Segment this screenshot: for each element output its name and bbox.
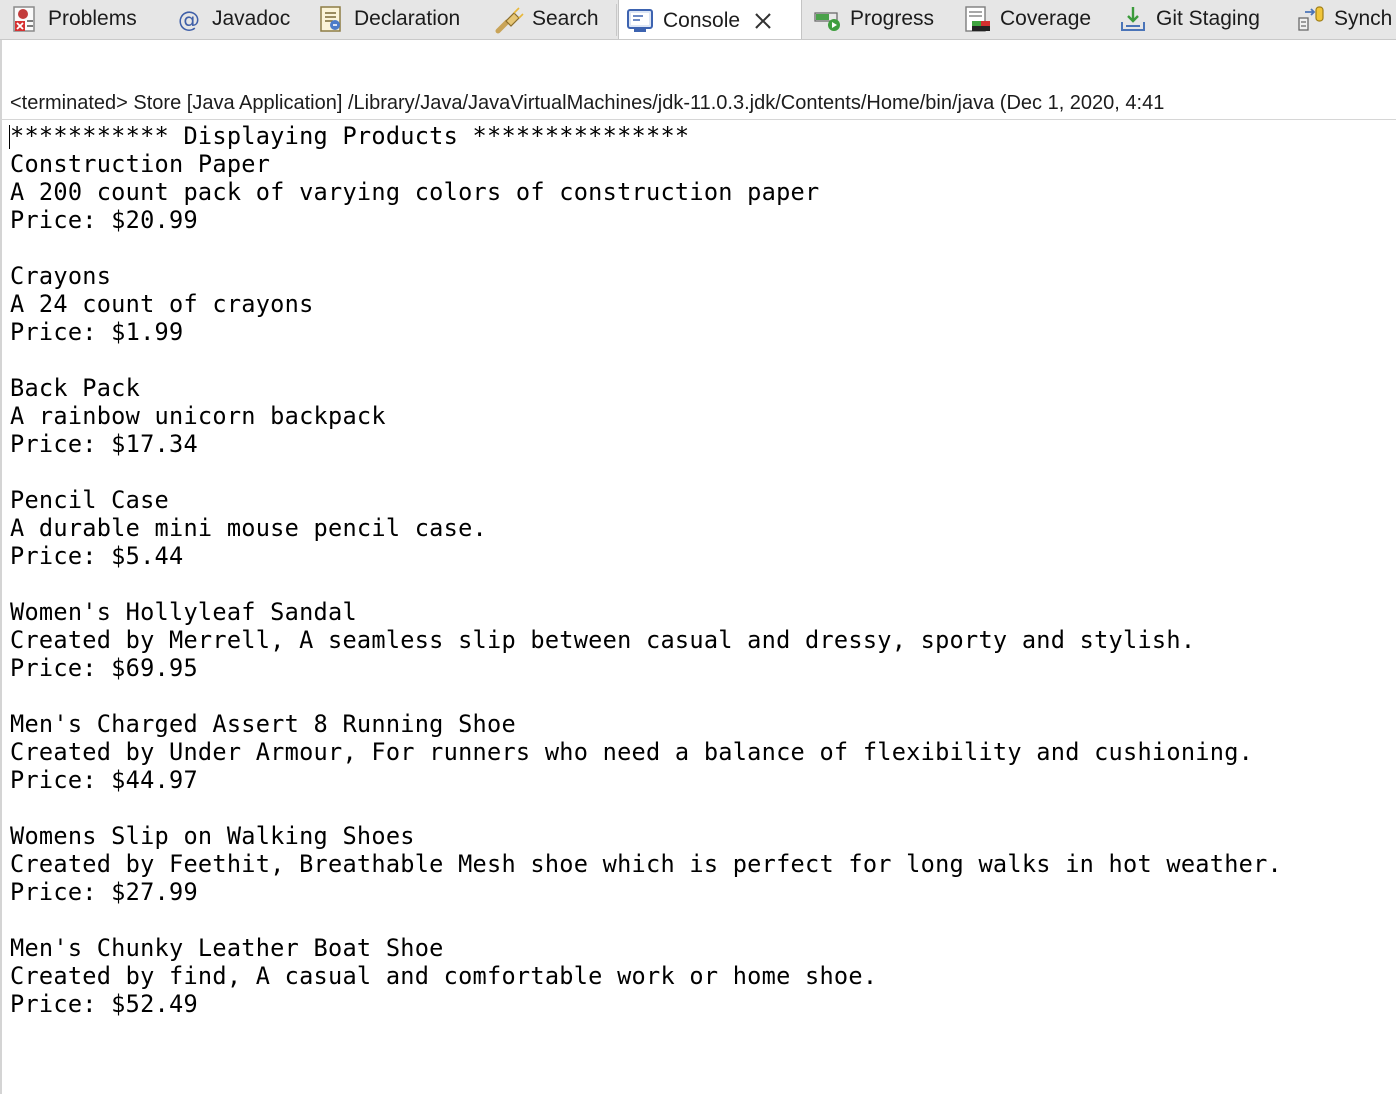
console-line: Womens Slip on Walking Shoes — [10, 822, 415, 850]
console-line: A durable mini mouse pencil case. — [10, 514, 488, 542]
console-line: Construction Paper — [10, 150, 271, 178]
console-line: Price: $52.49 — [10, 990, 198, 1018]
console-line: Created by Feethit, Breathable Mesh shoe… — [10, 850, 1283, 878]
view-tab-bar: Problems @ Javadoc Declaration Search Co… — [0, 0, 1396, 40]
console-output[interactable]: *********** Displaying Products ********… — [10, 122, 1390, 1018]
tab-label: Javadoc — [212, 7, 291, 30]
synchronize-icon — [1296, 4, 1326, 34]
tab-label: Coverage — [1000, 7, 1092, 30]
search-flashlight-icon — [494, 4, 524, 34]
console-line: A 200 count pack of varying colors of co… — [10, 178, 820, 206]
tab-progress[interactable]: Progress — [806, 0, 934, 38]
console-line: Crayons — [10, 262, 112, 290]
declaration-icon — [316, 4, 346, 34]
console-line: Price: $1.99 — [10, 318, 184, 346]
problems-icon — [10, 4, 40, 34]
console-line: Price: $44.97 — [10, 766, 198, 794]
tab-declaration[interactable]: Declaration — [310, 0, 460, 38]
view-left-border — [0, 40, 2, 1094]
tab-search[interactable]: Search — [488, 0, 599, 38]
console-icon — [625, 6, 655, 36]
tab-label: Progress — [850, 7, 935, 30]
tab-synchronize[interactable]: Synch — [1290, 0, 1392, 38]
coverage-icon — [962, 4, 992, 34]
console-line: Price: $17.34 — [10, 430, 198, 458]
console-line: Price: $69.95 — [10, 654, 198, 682]
console-line: Created by find, A casual and comfortabl… — [10, 962, 878, 990]
console-line: Women's Hollyleaf Sandal — [10, 598, 357, 626]
console-line: Back Pack — [10, 374, 141, 402]
console-line: A rainbow unicorn backpack — [10, 402, 386, 430]
tab-javadoc[interactable]: @ Javadoc — [168, 0, 290, 38]
tab-coverage[interactable]: Coverage — [956, 0, 1091, 38]
console-process-status: <terminated> Store [Java Application] /L… — [10, 92, 1165, 114]
console-line: Pencil Case — [10, 486, 170, 514]
status-divider — [0, 119, 1396, 120]
tab-label: Git Staging — [1156, 7, 1260, 30]
console-line: Men's Chunky Leather Boat Shoe — [10, 934, 444, 962]
console-line: Price: $20.99 — [10, 206, 198, 234]
console-line: A 24 count of crayons — [10, 290, 314, 318]
console-line: Created by Merrell, A seamless slip betw… — [10, 626, 1196, 654]
console-line: Price: $27.99 — [10, 878, 198, 906]
console-line: Created by Under Armour, For runners who… — [10, 738, 1254, 766]
tab-label: Problems — [48, 7, 137, 30]
tab-label: Search — [532, 7, 599, 30]
tab-label: Synch — [1334, 7, 1393, 30]
console-line: Men's Charged Assert 8 Running Shoe — [10, 710, 516, 738]
tab-label: Console — [663, 8, 741, 32]
progress-icon — [812, 4, 842, 34]
svg-text:@: @ — [178, 8, 200, 33]
git-staging-icon — [1118, 4, 1148, 34]
console-line: *********** Displaying Products ********… — [10, 122, 690, 150]
console-line: Price: $5.44 — [10, 542, 184, 570]
tab-divider — [616, 4, 617, 36]
tab-console[interactable]: Console — [618, 0, 802, 39]
javadoc-at-icon: @ — [174, 4, 204, 34]
tab-problems[interactable]: Problems — [4, 0, 137, 38]
tab-label: Declaration — [354, 7, 461, 30]
close-icon[interactable] — [752, 10, 774, 32]
tab-git-staging[interactable]: Git Staging — [1112, 0, 1260, 38]
